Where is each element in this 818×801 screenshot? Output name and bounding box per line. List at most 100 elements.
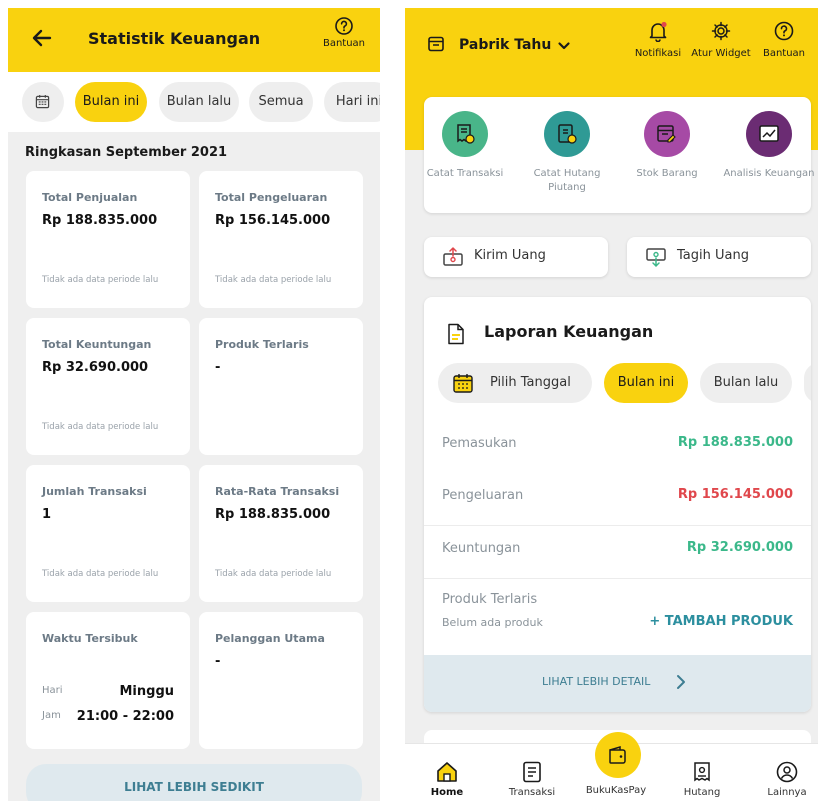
report-filter-next[interactable] (804, 363, 811, 403)
nav-lainnya[interactable]: Lainnya (752, 760, 818, 798)
home-screen: Pabrik Tahu Notifikasi Atur Widget Bantu… (405, 8, 818, 801)
shortcut-icon-bg (746, 111, 792, 157)
analytics-icon (759, 125, 779, 142)
card-value: - (215, 654, 221, 669)
filter-semua[interactable]: Semua (249, 82, 313, 122)
help-label: Bantuan (322, 38, 366, 49)
chevron-right-icon (677, 675, 685, 689)
row-value: Rp 188.835.000 (677, 435, 793, 450)
widget-settings-button[interactable]: Atur Widget (691, 20, 751, 59)
add-product-button[interactable]: + TAMBAH PRODUK (649, 614, 793, 629)
nav-home[interactable]: Home (412, 760, 482, 798)
financial-report-card: Laporan Keuangan Pilih Tanggal Bulan ini… (424, 297, 811, 712)
day-value: Minggu (119, 684, 174, 699)
notification-label: Notifikasi (634, 48, 682, 59)
card-value: Rp 188.835.000 (215, 507, 331, 522)
nav-label: Hutang (683, 787, 721, 798)
card-jumlah-transaksi: Jumlah Transaksi 1 Tidak ada data period… (26, 465, 190, 602)
store-name[interactable]: Pabrik Tahu (459, 37, 551, 53)
debt-icon (694, 762, 710, 782)
chevron-down-icon[interactable] (557, 39, 571, 53)
report-title: Laporan Keuangan (484, 322, 654, 341)
nav-label: Transaksi (508, 787, 556, 798)
help-label: Bantuan (762, 48, 806, 59)
nav-bukukaspay[interactable]: BukuKasPay (581, 782, 651, 796)
request-money-icon (646, 248, 666, 268)
card-waktu-tersibuk: Waktu Tersibuk Hari Minggu Jam 21:00 - 2… (26, 612, 190, 749)
shortcut-catat-transaksi[interactable]: Catat Transaksi (419, 111, 511, 181)
filter-bulan-ini[interactable]: Bulan ini (75, 82, 147, 122)
request-money-button[interactable]: Tagih Uang (627, 237, 811, 277)
card-note: Tidak ada data periode lalu (215, 275, 332, 285)
report-row-pemasukan: Pemasukan Rp 188.835.000 (424, 418, 811, 471)
row-value: Rp 32.690.000 (686, 540, 793, 555)
send-money-button[interactable]: Kirim Uang (424, 237, 608, 277)
request-money-label: Tagih Uang (677, 248, 749, 263)
card-value: Rp 156.145.000 (215, 213, 331, 228)
card-note: Tidak ada data periode lalu (42, 569, 159, 579)
divider (424, 578, 811, 579)
shortcut-icon-bg (442, 111, 488, 157)
report-filter-bulan-lalu[interactable]: Bulan lalu (700, 363, 792, 403)
row-value: Rp 156.145.000 (677, 487, 793, 502)
help-button[interactable]: Bantuan (320, 16, 368, 49)
card-total-penjualan: Total Penjualan Rp 188.835.000 Tidak ada… (26, 171, 190, 308)
page-title: Statistik Keuangan (88, 29, 261, 48)
card-label: Total Penjualan (42, 191, 138, 204)
card-label: Jumlah Transaksi (42, 485, 147, 498)
day-key: Hari (42, 685, 63, 696)
card-value: Rp 32.690.000 (42, 360, 149, 375)
help-icon (774, 21, 794, 41)
shortcut-icon-bg (644, 111, 690, 157)
hour-value: 21:00 - 22:00 (76, 709, 174, 724)
card-rata-rata-transaksi: Rata-Rata Transaksi Rp 188.835.000 Tidak… (199, 465, 363, 602)
row-label: Keuntungan (442, 541, 521, 556)
back-arrow-icon[interactable] (30, 26, 54, 50)
card-label: Total Pengeluaran (215, 191, 328, 204)
shortcut-label: Catat Hutang Piutang (533, 168, 601, 193)
best-product-label: Produk Terlaris (442, 592, 538, 607)
card-note: Tidak ada data periode lalu (215, 569, 332, 579)
card-label: Pelanggan Utama (215, 632, 325, 645)
widget-settings-label: Atur Widget (691, 48, 751, 59)
nav-label: Home (430, 787, 464, 798)
filter-bulan-lalu[interactable]: Bulan lalu (159, 82, 239, 122)
pick-date-button[interactable]: Pilih Tanggal (438, 363, 592, 403)
send-money-label: Kirim Uang (474, 248, 546, 263)
nav-hutang[interactable]: Hutang (667, 760, 737, 798)
notification-button[interactable]: Notifikasi (633, 20, 683, 59)
bukukaspay-fab[interactable] (595, 732, 641, 778)
nav-transaksi[interactable]: Transaksi (497, 760, 567, 798)
report-filter-bulan-ini[interactable]: Bulan ini (604, 363, 688, 403)
card-label: Waktu Tersibuk (42, 632, 138, 645)
help-button[interactable]: Bantuan (761, 20, 807, 59)
gear-icon (711, 21, 731, 41)
inventory-icon (657, 125, 676, 143)
card-note: Tidak ada data periode lalu (42, 422, 159, 432)
show-less-button[interactable]: LIHAT LEBIH SEDIKIT (26, 764, 362, 801)
bell-icon (649, 21, 667, 42)
card-total-keuntungan: Total Keuntungan Rp 32.690.000 Tidak ada… (26, 318, 190, 455)
card-value: 1 (42, 507, 52, 522)
send-money-icon (443, 246, 463, 266)
calendar-filter-button[interactable] (22, 82, 64, 122)
see-more-detail-button[interactable]: LIHAT LEBIH DETAIL (424, 655, 811, 712)
row-label: Pemasukan (442, 436, 517, 451)
report-row-keuntungan: Keuntungan Rp 32.690.000 (424, 523, 811, 576)
home-icon (437, 762, 457, 782)
card-value: Rp 188.835.000 (42, 213, 158, 228)
shortcut-panel: Catat Transaksi Catat Hutang Piutang Sto… (424, 97, 815, 213)
statistik-screen: Statistik Keuangan Bantuan Bulan ini Bul… (8, 8, 380, 801)
card-note: Tidak ada data periode lalu (42, 275, 159, 285)
shortcut-stok-barang[interactable]: Stok Barang (621, 111, 713, 181)
card-value: - (215, 360, 221, 375)
receipt-add-icon (457, 124, 475, 144)
shortcut-icon-bg (544, 111, 590, 157)
wallet-icon (609, 745, 626, 764)
summary-title: Ringkasan September 2021 (25, 145, 228, 160)
app-header: Statistik Keuangan Bantuan (8, 8, 380, 72)
shortcut-analisis-keuangan[interactable]: Analisis Keuangan (723, 111, 815, 181)
filter-hari-ini[interactable]: Hari ini (324, 82, 380, 122)
shortcut-catat-hutang[interactable]: Catat Hutang Piutang (521, 111, 613, 195)
transaction-icon (523, 761, 541, 783)
